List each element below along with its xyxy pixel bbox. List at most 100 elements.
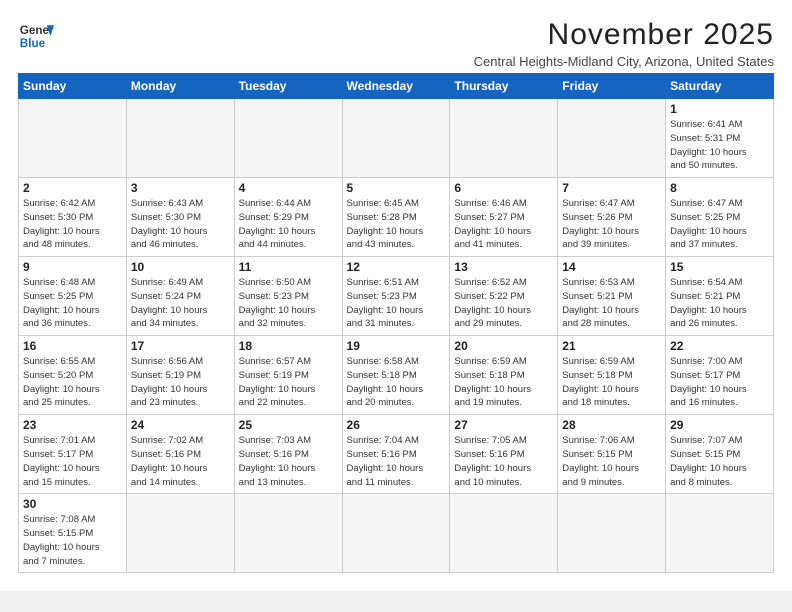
day-info: Sunrise: 6:56 AM Sunset: 5:19 PM Dayligh… xyxy=(131,355,230,410)
day-info: Sunrise: 6:41 AM Sunset: 5:31 PM Dayligh… xyxy=(670,118,769,173)
day-number: 23 xyxy=(23,418,122,432)
day-cell: 15 Sunrise: 6:54 AM Sunset: 5:21 PM Dayli… xyxy=(666,257,774,336)
day-number: 27 xyxy=(454,418,553,432)
day-cell: 20Sunrise: 6:59 AM Sunset: 5:18 PM Dayli… xyxy=(450,336,558,415)
day-cell: 13 Sunrise: 6:52 AM Sunset: 5:22 PM Dayli… xyxy=(450,257,558,336)
day-cell: 9 Sunrise: 6:48 AM Sunset: 5:25 PM Daylig… xyxy=(19,257,127,336)
day-cell: 11 Sunrise: 6:50 AM Sunset: 5:23 PM Dayli… xyxy=(234,257,342,336)
week-row-6: 30Sunrise: 7:08 AM Sunset: 5:15 PM Dayli… xyxy=(19,494,774,573)
day-info: Sunrise: 6:50 AM Sunset: 5:23 PM Dayligh… xyxy=(239,276,338,331)
day-info: Sunrise: 6:51 AM Sunset: 5:23 PM Dayligh… xyxy=(347,276,446,331)
day-cell: 22 Sunrise: 7:00 AM Sunset: 5:17 PM Dayli… xyxy=(666,336,774,415)
day-number: 3 xyxy=(131,181,230,195)
day-cell: 10Sunrise: 6:49 AM Sunset: 5:24 PM Dayli… xyxy=(126,257,234,336)
day-info: Sunrise: 7:06 AM Sunset: 5:15 PM Dayligh… xyxy=(562,434,661,489)
day-cell: 24Sunrise: 7:02 AM Sunset: 5:16 PM Dayli… xyxy=(126,415,234,494)
location-subtitle: Central Heights-Midland City, Arizona, U… xyxy=(474,54,774,69)
day-number: 19 xyxy=(347,339,446,353)
day-cell: 30Sunrise: 7:08 AM Sunset: 5:15 PM Dayli… xyxy=(19,494,127,573)
day-cell: 1 Sunrise: 6:41 AM Sunset: 5:31 PM Daylig… xyxy=(666,99,774,178)
day-cell: 23 Sunrise: 7:01 AM Sunset: 5:17 PM Dayli… xyxy=(19,415,127,494)
day-cell xyxy=(342,99,450,178)
day-info: Sunrise: 6:54 AM Sunset: 5:21 PM Dayligh… xyxy=(670,276,769,331)
day-cell: 16 Sunrise: 6:55 AM Sunset: 5:20 PM Dayli… xyxy=(19,336,127,415)
day-cell xyxy=(19,99,127,178)
day-number: 8 xyxy=(670,181,769,195)
weekday-header-monday: Monday xyxy=(126,74,234,99)
weekday-header-row: SundayMondayTuesdayWednesdayThursdayFrid… xyxy=(19,74,774,99)
day-info: Sunrise: 6:46 AM Sunset: 5:27 PM Dayligh… xyxy=(454,197,553,252)
day-number: 25 xyxy=(239,418,338,432)
day-number: 14 xyxy=(562,260,661,274)
day-number: 11 xyxy=(239,260,338,274)
day-info: Sunrise: 6:44 AM Sunset: 5:29 PM Dayligh… xyxy=(239,197,338,252)
day-cell xyxy=(126,99,234,178)
weekday-header-sunday: Sunday xyxy=(19,74,127,99)
day-cell: 3 Sunrise: 6:43 AM Sunset: 5:30 PM Daylig… xyxy=(126,178,234,257)
week-row-4: 16 Sunrise: 6:55 AM Sunset: 5:20 PM Dayli… xyxy=(19,336,774,415)
day-info: Sunrise: 6:59 AM Sunset: 5:18 PM Dayligh… xyxy=(562,355,661,410)
day-number: 24 xyxy=(131,418,230,432)
day-number: 9 xyxy=(23,260,122,274)
day-cell: 2 Sunrise: 6:42 AM Sunset: 5:30 PM Daylig… xyxy=(19,178,127,257)
day-cell: 17Sunrise: 6:56 AM Sunset: 5:19 PM Dayli… xyxy=(126,336,234,415)
day-info: Sunrise: 6:49 AM Sunset: 5:24 PM Dayligh… xyxy=(131,276,230,331)
week-row-5: 23 Sunrise: 7:01 AM Sunset: 5:17 PM Dayli… xyxy=(19,415,774,494)
day-info: Sunrise: 6:53 AM Sunset: 5:21 PM Dayligh… xyxy=(562,276,661,331)
day-number: 15 xyxy=(670,260,769,274)
logo: General Blue xyxy=(18,18,54,54)
day-info: Sunrise: 6:42 AM Sunset: 5:30 PM Dayligh… xyxy=(23,197,122,252)
weekday-header-thursday: Thursday xyxy=(450,74,558,99)
svg-text:Blue: Blue xyxy=(20,37,46,50)
day-cell: 19 Sunrise: 6:58 AM Sunset: 5:18 PM Dayli… xyxy=(342,336,450,415)
calendar-table: SundayMondayTuesdayWednesdayThursdayFrid… xyxy=(18,73,774,573)
day-info: Sunrise: 7:03 AM Sunset: 5:16 PM Dayligh… xyxy=(239,434,338,489)
day-cell: 12Sunrise: 6:51 AM Sunset: 5:23 PM Dayli… xyxy=(342,257,450,336)
week-row-3: 9 Sunrise: 6:48 AM Sunset: 5:25 PM Daylig… xyxy=(19,257,774,336)
day-number: 28 xyxy=(562,418,661,432)
day-number: 6 xyxy=(454,181,553,195)
day-number: 22 xyxy=(670,339,769,353)
month-title: November 2025 xyxy=(474,18,774,52)
day-number: 30 xyxy=(23,497,122,511)
day-info: Sunrise: 6:59 AM Sunset: 5:18 PM Dayligh… xyxy=(454,355,553,410)
day-info: Sunrise: 6:58 AM Sunset: 5:18 PM Dayligh… xyxy=(347,355,446,410)
day-cell: 8Sunrise: 6:47 AM Sunset: 5:25 PM Daylig… xyxy=(666,178,774,257)
day-cell: 26Sunrise: 7:04 AM Sunset: 5:16 PM Dayli… xyxy=(342,415,450,494)
day-info: Sunrise: 6:48 AM Sunset: 5:25 PM Dayligh… xyxy=(23,276,122,331)
day-cell: 14 Sunrise: 6:53 AM Sunset: 5:21 PM Dayli… xyxy=(558,257,666,336)
day-number: 21 xyxy=(562,339,661,353)
day-info: Sunrise: 7:07 AM Sunset: 5:15 PM Dayligh… xyxy=(670,434,769,489)
weekday-header-saturday: Saturday xyxy=(666,74,774,99)
day-cell: 7Sunrise: 6:47 AM Sunset: 5:26 PM Daylig… xyxy=(558,178,666,257)
day-number: 18 xyxy=(239,339,338,353)
day-number: 13 xyxy=(454,260,553,274)
day-cell xyxy=(234,494,342,573)
day-info: Sunrise: 6:47 AM Sunset: 5:26 PM Dayligh… xyxy=(562,197,661,252)
day-number: 29 xyxy=(670,418,769,432)
day-info: Sunrise: 7:01 AM Sunset: 5:17 PM Dayligh… xyxy=(23,434,122,489)
day-cell xyxy=(126,494,234,573)
day-cell xyxy=(342,494,450,573)
day-cell: 25 Sunrise: 7:03 AM Sunset: 5:16 PM Dayli… xyxy=(234,415,342,494)
day-cell xyxy=(450,99,558,178)
day-number: 5 xyxy=(347,181,446,195)
day-number: 1 xyxy=(670,102,769,116)
day-cell: 21 Sunrise: 6:59 AM Sunset: 5:18 PM Dayli… xyxy=(558,336,666,415)
day-info: Sunrise: 6:43 AM Sunset: 5:30 PM Dayligh… xyxy=(131,197,230,252)
day-info: Sunrise: 6:45 AM Sunset: 5:28 PM Dayligh… xyxy=(347,197,446,252)
week-row-2: 2 Sunrise: 6:42 AM Sunset: 5:30 PM Daylig… xyxy=(19,178,774,257)
day-info: Sunrise: 7:05 AM Sunset: 5:16 PM Dayligh… xyxy=(454,434,553,489)
title-block: November 2025 Central Heights-Midland Ci… xyxy=(474,18,774,69)
week-row-1: 1 Sunrise: 6:41 AM Sunset: 5:31 PM Daylig… xyxy=(19,99,774,178)
weekday-header-tuesday: Tuesday xyxy=(234,74,342,99)
day-info: Sunrise: 7:00 AM Sunset: 5:17 PM Dayligh… xyxy=(670,355,769,410)
day-number: 2 xyxy=(23,181,122,195)
day-number: 16 xyxy=(23,339,122,353)
day-cell: 6 Sunrise: 6:46 AM Sunset: 5:27 PM Daylig… xyxy=(450,178,558,257)
day-info: Sunrise: 6:55 AM Sunset: 5:20 PM Dayligh… xyxy=(23,355,122,410)
day-cell: 28 Sunrise: 7:06 AM Sunset: 5:15 PM Dayli… xyxy=(558,415,666,494)
day-info: Sunrise: 7:04 AM Sunset: 5:16 PM Dayligh… xyxy=(347,434,446,489)
day-info: Sunrise: 6:52 AM Sunset: 5:22 PM Dayligh… xyxy=(454,276,553,331)
day-info: Sunrise: 6:57 AM Sunset: 5:19 PM Dayligh… xyxy=(239,355,338,410)
